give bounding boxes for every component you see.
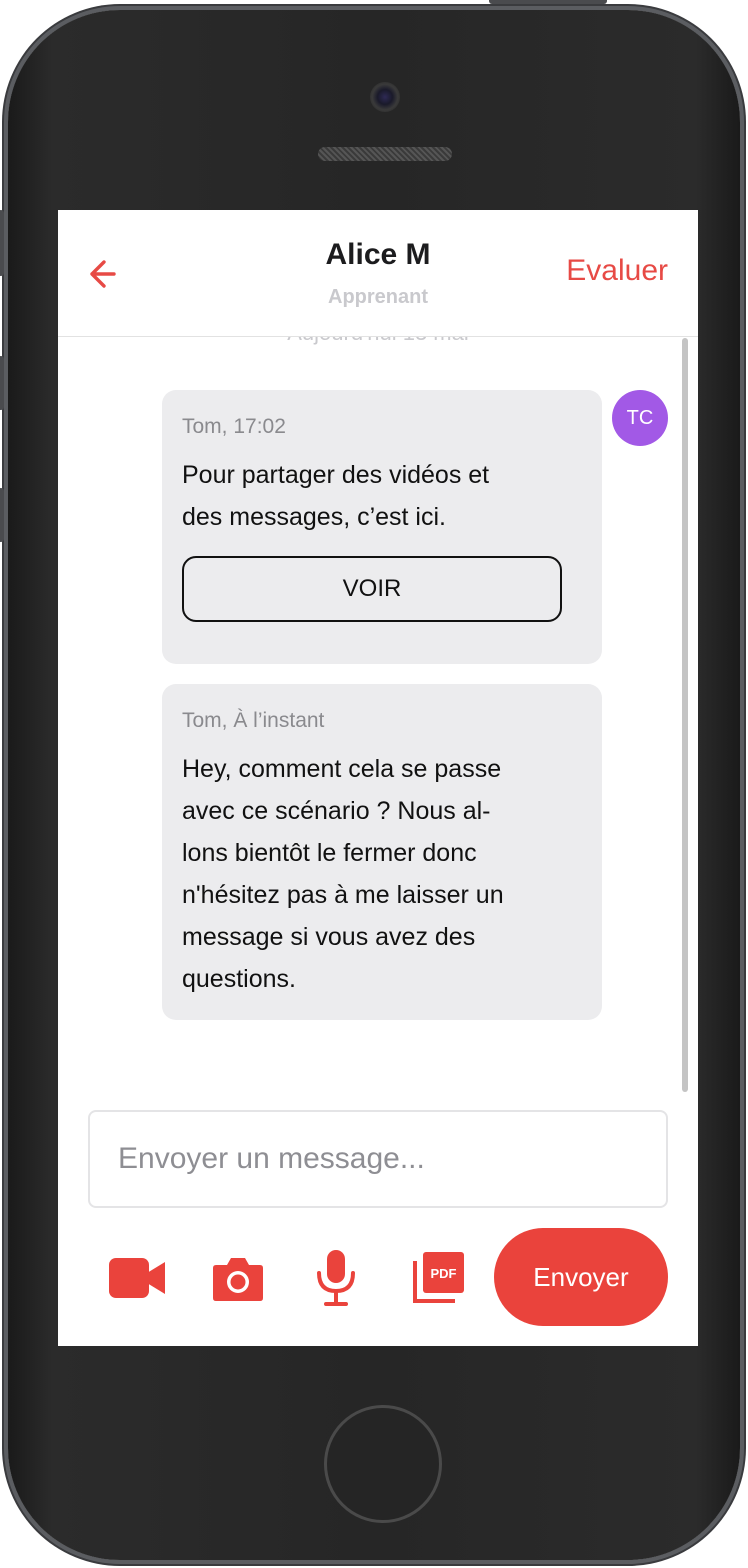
message-text: Hey, comment cela se passe avec ce scéna… <box>182 755 504 993</box>
power-button <box>489 0 607 4</box>
video-camera-icon <box>109 1258 165 1298</box>
volume-down-button <box>0 488 4 542</box>
message-bubble: Tom, 17:02 Pour partager des vidéos et d… <box>162 390 602 664</box>
chat-header: Alice M Apprenant Evaluer <box>58 210 698 337</box>
scrollbar[interactable] <box>682 338 688 1092</box>
contact-role: Apprenant <box>328 286 428 308</box>
voir-button[interactable]: VOIR <box>182 556 562 622</box>
svg-text:PDF: PDF <box>431 1266 457 1281</box>
audio-button[interactable] <box>306 1250 366 1306</box>
message-input[interactable] <box>88 1110 668 1208</box>
message-meta: Tom, 17:02 <box>182 415 286 438</box>
photo-button[interactable] <box>208 1250 268 1306</box>
camera-icon <box>213 1258 263 1301</box>
volume-up-button <box>0 356 4 410</box>
evaluate-button[interactable]: Evaluer <box>566 254 668 288</box>
video-button[interactable] <box>108 1250 168 1306</box>
front-camera <box>370 82 400 112</box>
microphone-icon <box>317 1250 355 1306</box>
message-meta: Tom, À l’instant <box>182 709 325 732</box>
pdf-icon: PDF <box>413 1252 464 1303</box>
earpiece-speaker <box>318 147 452 161</box>
avatar: TC <box>612 390 668 446</box>
mute-switch <box>0 210 4 276</box>
message-bubble: Tom, À l’instant Hey, comment cela se pa… <box>162 684 602 1020</box>
home-button[interactable] <box>324 1405 442 1523</box>
pdf-button[interactable]: PDF <box>408 1250 468 1306</box>
app-screen: Aujourd'hui 13 mai Alice M Apprenant Eva… <box>58 210 698 1346</box>
message-text: Pour partager des vidéos et des messages… <box>182 461 490 531</box>
send-button[interactable]: Envoyer <box>494 1228 668 1326</box>
